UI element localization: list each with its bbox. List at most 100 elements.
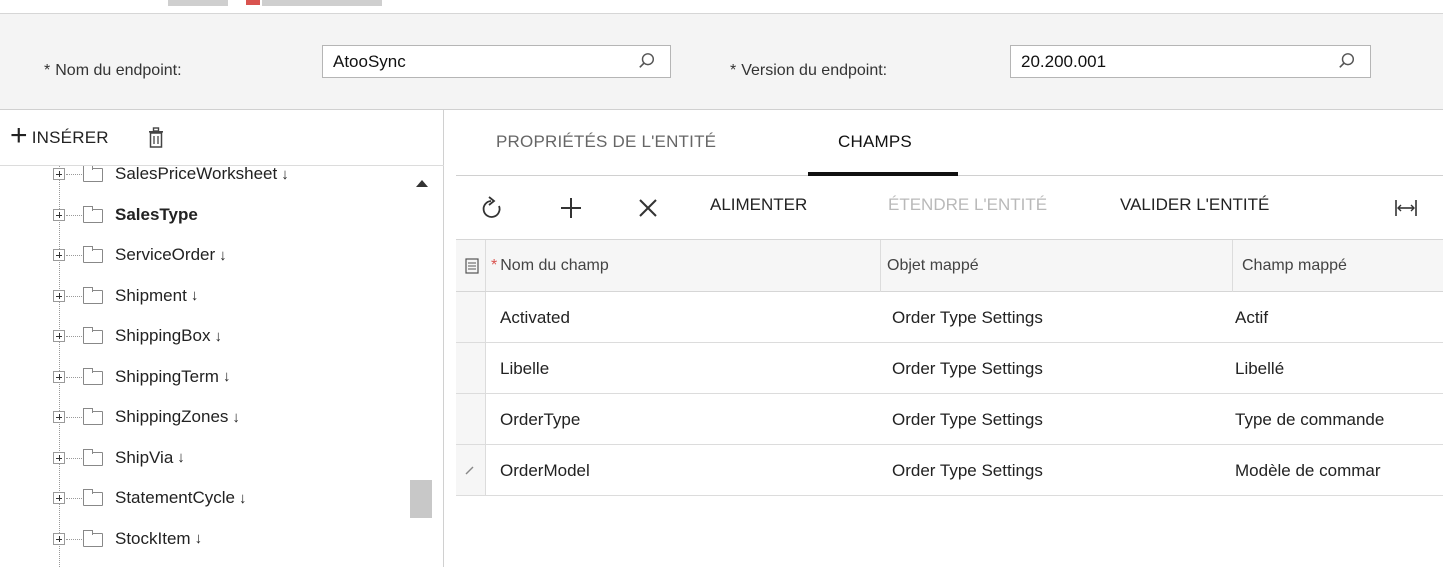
extend-entity-button[interactable]: ÉTENDRE L'ENTITÉ: [888, 195, 1047, 215]
tree-connector-line: [66, 295, 82, 297]
cropped-header-strip: [0, 0, 1443, 14]
cell-mapped-object[interactable]: Order Type Settings: [892, 394, 1043, 445]
column-header-mapped-object[interactable]: Objet mappé: [887, 240, 979, 292]
search-icon[interactable]: [638, 52, 656, 70]
down-arrow-icon: ↓: [219, 246, 227, 264]
column-separator[interactable]: [880, 240, 881, 292]
endpoint-version-label: * Version du endpoint:: [730, 62, 888, 79]
folder-icon: [83, 327, 103, 345]
row-gutter: [456, 445, 486, 495]
scroll-up-arrow-icon[interactable]: [416, 180, 428, 187]
tree-node[interactable]: SalesType: [115, 195, 198, 235]
tree-expand-icon[interactable]: [53, 289, 65, 302]
refresh-icon[interactable]: [482, 196, 504, 220]
folder-icon: [83, 205, 103, 223]
add-row-icon[interactable]: [559, 196, 583, 220]
trash-icon[interactable]: [147, 126, 165, 149]
tree-connector-line: [66, 214, 82, 216]
cell-field-name[interactable]: Activated: [500, 292, 570, 343]
cell-mapped-object[interactable]: Order Type Settings: [892, 445, 1043, 496]
down-arrow-icon: ↓: [194, 530, 203, 547]
cell-mapped-field[interactable]: Modèle de commar: [1235, 445, 1443, 496]
entity-tree: SalesPriceWorksheet ↓ SalesType ServiceOrde…: [0, 166, 444, 567]
tree-expand-icon[interactable]: [53, 208, 65, 221]
insert-button[interactable]: + INSÉRER: [10, 121, 109, 151]
cell-mapped-field[interactable]: Libellé: [1235, 343, 1443, 394]
delete-row-icon[interactable]: [638, 198, 658, 218]
endpoint-name-selector[interactable]: AtooSync: [322, 45, 671, 78]
endpoint-version-selector[interactable]: 20.200.001: [1010, 45, 1371, 78]
header-fragment: [262, 0, 382, 6]
tab-bar: PROPRIÉTÉS DE L'ENTITÉ CHAMPS: [456, 110, 1443, 176]
tree-connector-line: [66, 255, 82, 257]
cell-field-name[interactable]: OrderModel: [500, 445, 590, 496]
tree-node[interactable]: ShipVia ↓: [115, 438, 185, 478]
grid-header: * Nom du champ Objet mappé Champ mappé: [456, 240, 1443, 292]
down-arrow-icon: ↓: [222, 368, 231, 385]
tree-node[interactable]: StatementCycle ↓: [115, 478, 247, 518]
table-row[interactable]: Activated Order Type Settings Actif: [456, 292, 1443, 343]
tree-expand-icon[interactable]: [53, 168, 65, 181]
fit-columns-icon[interactable]: [1394, 198, 1418, 218]
tree-expand-icon[interactable]: [53, 330, 65, 343]
endpoint-version-value: 20.200.001: [1021, 51, 1107, 71]
tree-node[interactable]: ServiceOrder ↓: [115, 235, 227, 275]
tree-node[interactable]: ShippingTerm ↓: [115, 357, 230, 397]
cell-mapped-field[interactable]: Actif: [1235, 292, 1443, 343]
tree-connector-line: [66, 376, 82, 378]
table-row[interactable]: OrderType Order Type Settings Type de comm…: [456, 394, 1443, 445]
cell-field-name[interactable]: OrderType: [500, 394, 580, 445]
table-row[interactable]: Libelle Order Type Settings Libellé: [456, 343, 1443, 394]
tree-node[interactable]: ShippingBox ↓: [115, 316, 222, 356]
folder-icon: [83, 489, 103, 507]
tree-node[interactable]: SalesPriceWorksheet ↓: [115, 166, 289, 194]
tree-expand-icon[interactable]: [53, 532, 65, 545]
search-icon[interactable]: [1338, 52, 1356, 70]
table-row[interactable]: OrderModel Order Type Settings Modèle de c…: [456, 445, 1443, 496]
column-settings-icon[interactable]: [465, 258, 479, 274]
edit-pencil-icon: [465, 466, 474, 475]
tree-connector-line: [66, 457, 82, 459]
tree-expand-icon[interactable]: [53, 492, 65, 505]
scroll-thumb[interactable]: [410, 480, 432, 518]
down-arrow-icon: ↓: [232, 408, 240, 426]
tree-node[interactable]: Shipment ↓: [115, 276, 198, 316]
populate-button[interactable]: ALIMENTER: [710, 195, 807, 215]
cell-mapped-object[interactable]: Order Type Settings: [892, 292, 1043, 343]
tree-scrollbar[interactable]: [410, 166, 432, 567]
down-arrow-icon: ↓: [239, 489, 247, 507]
endpoint-name-value: AtooSync: [333, 51, 406, 71]
down-arrow-icon: ↓: [190, 287, 199, 304]
down-arrow-icon: ↓: [177, 449, 185, 466]
tree-toolbar: + INSÉRER: [0, 110, 444, 166]
cell-mapped-field[interactable]: Type de commande: [1235, 394, 1443, 445]
folder-icon: [83, 246, 103, 264]
column-header-field-name[interactable]: * Nom du champ: [491, 240, 609, 292]
grid-gutter: [456, 240, 486, 291]
tab-entity-properties[interactable]: PROPRIÉTÉS DE L'ENTITÉ: [496, 132, 716, 152]
tree-node[interactable]: ShippingZones ↓: [115, 397, 240, 437]
tab-fields[interactable]: CHAMPS: [838, 132, 912, 152]
down-arrow-icon: ↓: [214, 327, 222, 345]
row-gutter: [456, 394, 486, 444]
row-gutter: [456, 343, 486, 393]
header-fragment: [168, 0, 228, 6]
cell-mapped-object[interactable]: Order Type Settings: [892, 343, 1043, 394]
folder-icon: [83, 166, 103, 183]
folder-icon: [83, 367, 103, 385]
tree-connector-line: [66, 417, 82, 419]
tree-expand-icon[interactable]: [53, 370, 65, 383]
row-gutter: [456, 292, 486, 342]
tree-expand-icon[interactable]: [53, 249, 65, 262]
tree-connector-line: [66, 538, 82, 540]
column-separator[interactable]: [1232, 240, 1233, 292]
entity-detail-pane: PROPRIÉTÉS DE L'ENTITÉ CHAMPS ALIMENTER …: [456, 110, 1443, 567]
tree-connector-line: [59, 166, 60, 567]
column-header-mapped-field[interactable]: Champ mappé: [1242, 240, 1347, 292]
tree-expand-icon[interactable]: [53, 411, 65, 424]
tree-node[interactable]: StockItem ↓: [115, 519, 202, 559]
validate-entity-button[interactable]: VALIDER L'ENTITÉ: [1120, 195, 1269, 215]
cell-field-name[interactable]: Libelle: [500, 343, 549, 394]
tree-expand-icon[interactable]: [53, 451, 65, 464]
folder-icon: [83, 408, 103, 426]
